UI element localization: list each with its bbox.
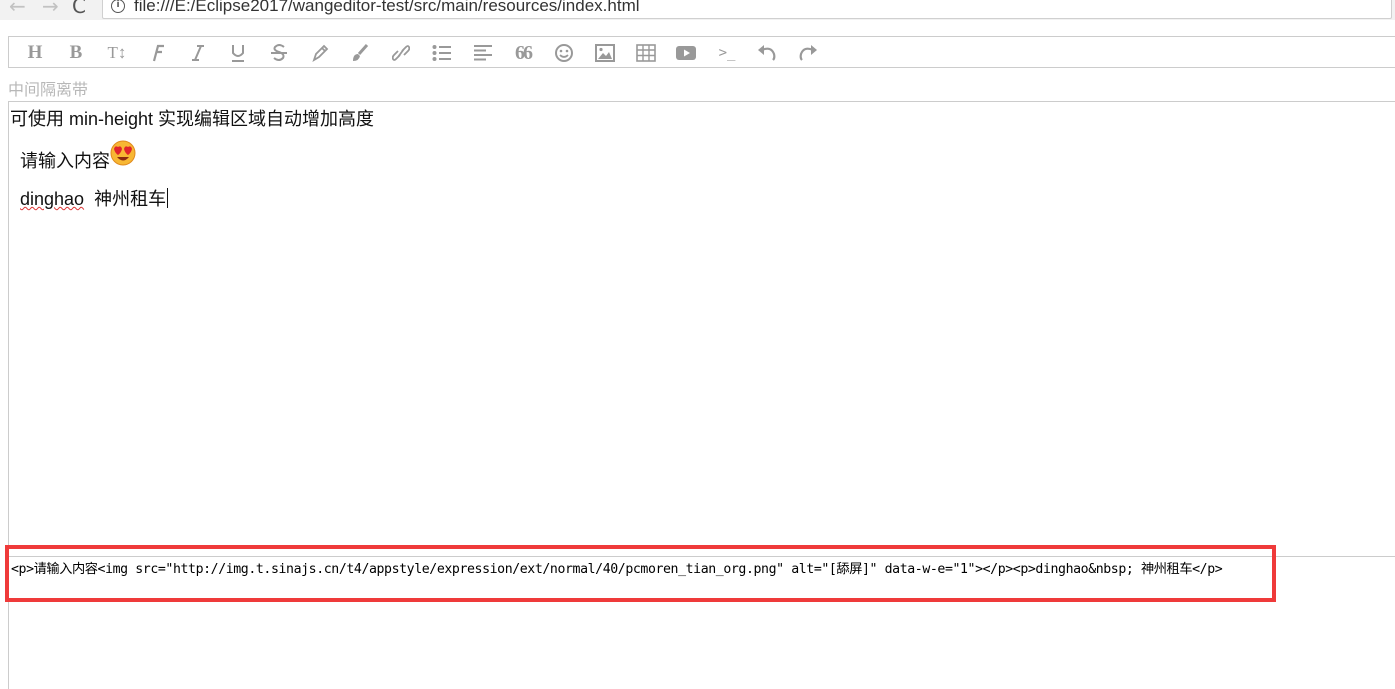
heart-eyes-emoji-icon	[110, 140, 136, 166]
font-size-label: T↕	[107, 43, 127, 62]
url-text[interactable]: file:///E:/Eclipse2017/wangeditor-test/s…	[134, 0, 640, 16]
spellcheck-word: dinghao	[20, 189, 85, 209]
editor-hint: 可使用 min-height 实现编辑区域自动增加高度	[10, 109, 375, 129]
red-highlight-box	[5, 545, 1276, 602]
bold-label: B	[69, 42, 83, 63]
image-icon[interactable]	[591, 41, 619, 65]
table-icon[interactable]	[632, 41, 660, 65]
heading-label: H	[27, 42, 43, 63]
info-icon[interactable]: i	[111, 0, 125, 13]
strikethrough-icon[interactable]	[265, 41, 293, 65]
underline-icon[interactable]	[224, 41, 252, 65]
text-color-icon[interactable]	[306, 41, 334, 65]
font-size-icon[interactable]: T↕	[103, 41, 131, 65]
editor-line-1[interactable]: 请输入内容	[20, 147, 110, 173]
editor-text-area[interactable]: 可使用 min-height 实现编辑区域自动增加高度 请输入内容 dingha…	[8, 101, 1395, 557]
editor-line-1-text: 请输入内容	[20, 151, 110, 171]
quote-label: 66	[515, 41, 533, 64]
forward-icon[interactable]: →	[42, 0, 59, 18]
text-cursor	[167, 188, 169, 208]
address-bar[interactable]: i file:///E:/Eclipse2017/wangeditor-test…	[102, 0, 1392, 19]
bold-icon[interactable]: B	[62, 41, 90, 65]
justify-icon[interactable]	[469, 41, 497, 65]
video-icon[interactable]	[672, 41, 700, 65]
redo-icon[interactable]	[794, 41, 822, 65]
browser-bar: ← → C i file:///E:/Eclipse2017/wangedito…	[0, 0, 1395, 20]
quote-icon[interactable]: 66	[509, 41, 537, 65]
background-color-icon[interactable]	[346, 41, 374, 65]
heading-icon[interactable]: H	[21, 41, 49, 65]
editor-line-2[interactable]: dinghao 神州租车	[20, 185, 169, 211]
code-icon[interactable]: >_	[713, 41, 741, 65]
editor-toolbar: H B T↕ 66 >_	[8, 36, 1395, 68]
link-icon[interactable]	[387, 41, 415, 65]
emoticon-icon[interactable]	[550, 41, 578, 65]
code-label: >_	[718, 45, 736, 61]
editor-line-2-text: 神州租车	[84, 189, 167, 209]
undo-icon[interactable]	[753, 41, 781, 65]
list-icon[interactable]	[428, 41, 456, 65]
back-icon[interactable]: ←	[9, 0, 26, 18]
font-name-icon[interactable]	[143, 41, 171, 65]
italic-icon[interactable]	[184, 41, 212, 65]
divider-label: 中间隔离带	[8, 82, 89, 99]
reload-icon[interactable]: C	[72, 0, 86, 18]
